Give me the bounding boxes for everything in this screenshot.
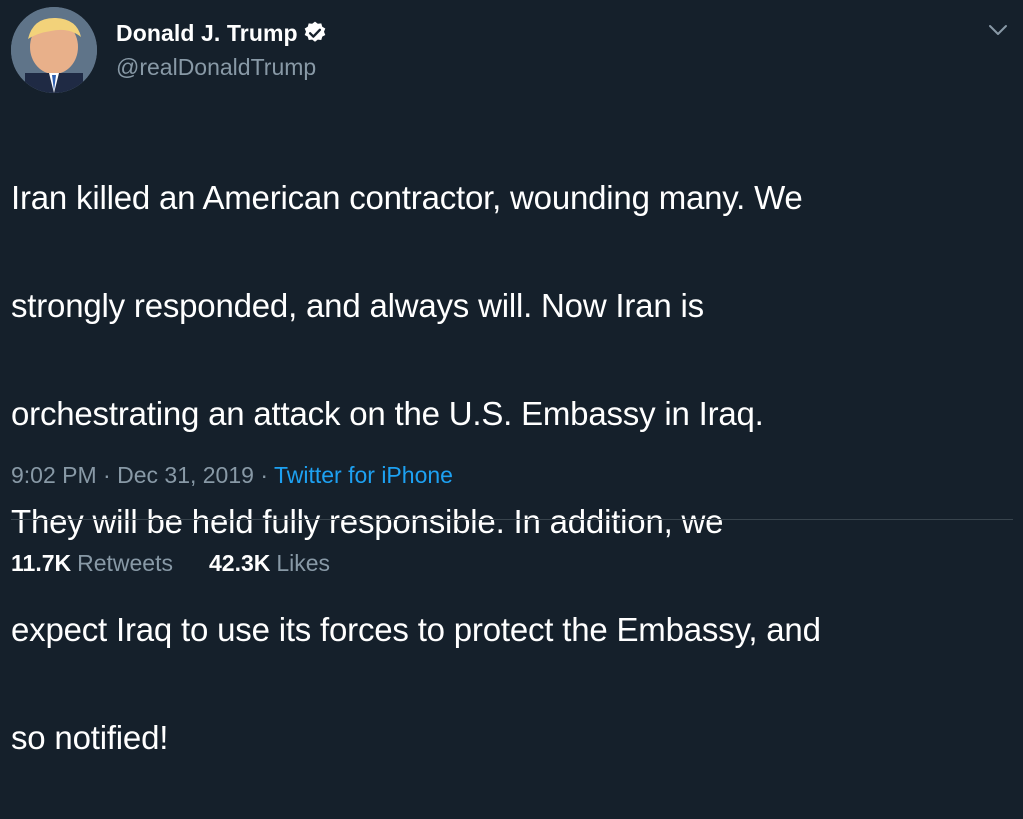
- tweet-meta: 9:02 PM · Dec 31, 2019 · Twitter for iPh…: [11, 462, 453, 489]
- avatar[interactable]: [11, 7, 97, 93]
- name-row: Donald J. Trump: [116, 18, 328, 48]
- retweets-count: 11.7K: [11, 550, 72, 576]
- tweet-card: Donald J. Trump @realDonaldTrump Iran ki…: [0, 0, 1023, 756]
- tweet-text-line: Iran killed an American contractor, woun…: [11, 179, 803, 216]
- author-block: Donald J. Trump @realDonaldTrump: [116, 18, 328, 81]
- chevron-down-icon[interactable]: [986, 20, 1010, 40]
- avatar-image: [11, 7, 97, 93]
- verified-badge-icon: [302, 20, 328, 46]
- tweet-text-line: strongly responded, and always will. Now…: [11, 287, 704, 324]
- likes-count: 42.3K: [208, 550, 271, 576]
- tweet-text-line: They will be held fully responsible. In …: [11, 503, 724, 540]
- likes-stat[interactable]: 42.3K Likes: [209, 550, 330, 577]
- likes-label: Likes: [276, 550, 331, 576]
- meta-separator: ·: [96, 462, 118, 488]
- display-name[interactable]: Donald J. Trump: [116, 20, 298, 47]
- divider: [11, 519, 1013, 520]
- retweets-label: Retweets: [77, 550, 173, 576]
- meta-separator: ·: [253, 462, 274, 488]
- tweet-stats: 11.7K Retweets 42.3K Likes: [11, 550, 366, 577]
- tweet-text-line: expect Iraq to use its forces to protect…: [11, 611, 821, 648]
- handle[interactable]: @realDonaldTrump: [116, 54, 328, 81]
- tweet-text-line: so notified!: [11, 719, 169, 756]
- tweet-text-line: orchestrating an attack on the U.S. Emba…: [11, 395, 764, 432]
- source-link[interactable]: Twitter for iPhone: [274, 462, 453, 488]
- tweet-time[interactable]: 9:02 PM: [11, 462, 97, 488]
- tweet-date[interactable]: Dec 31, 2019: [117, 462, 254, 488]
- retweets-stat[interactable]: 11.7K Retweets: [11, 550, 173, 577]
